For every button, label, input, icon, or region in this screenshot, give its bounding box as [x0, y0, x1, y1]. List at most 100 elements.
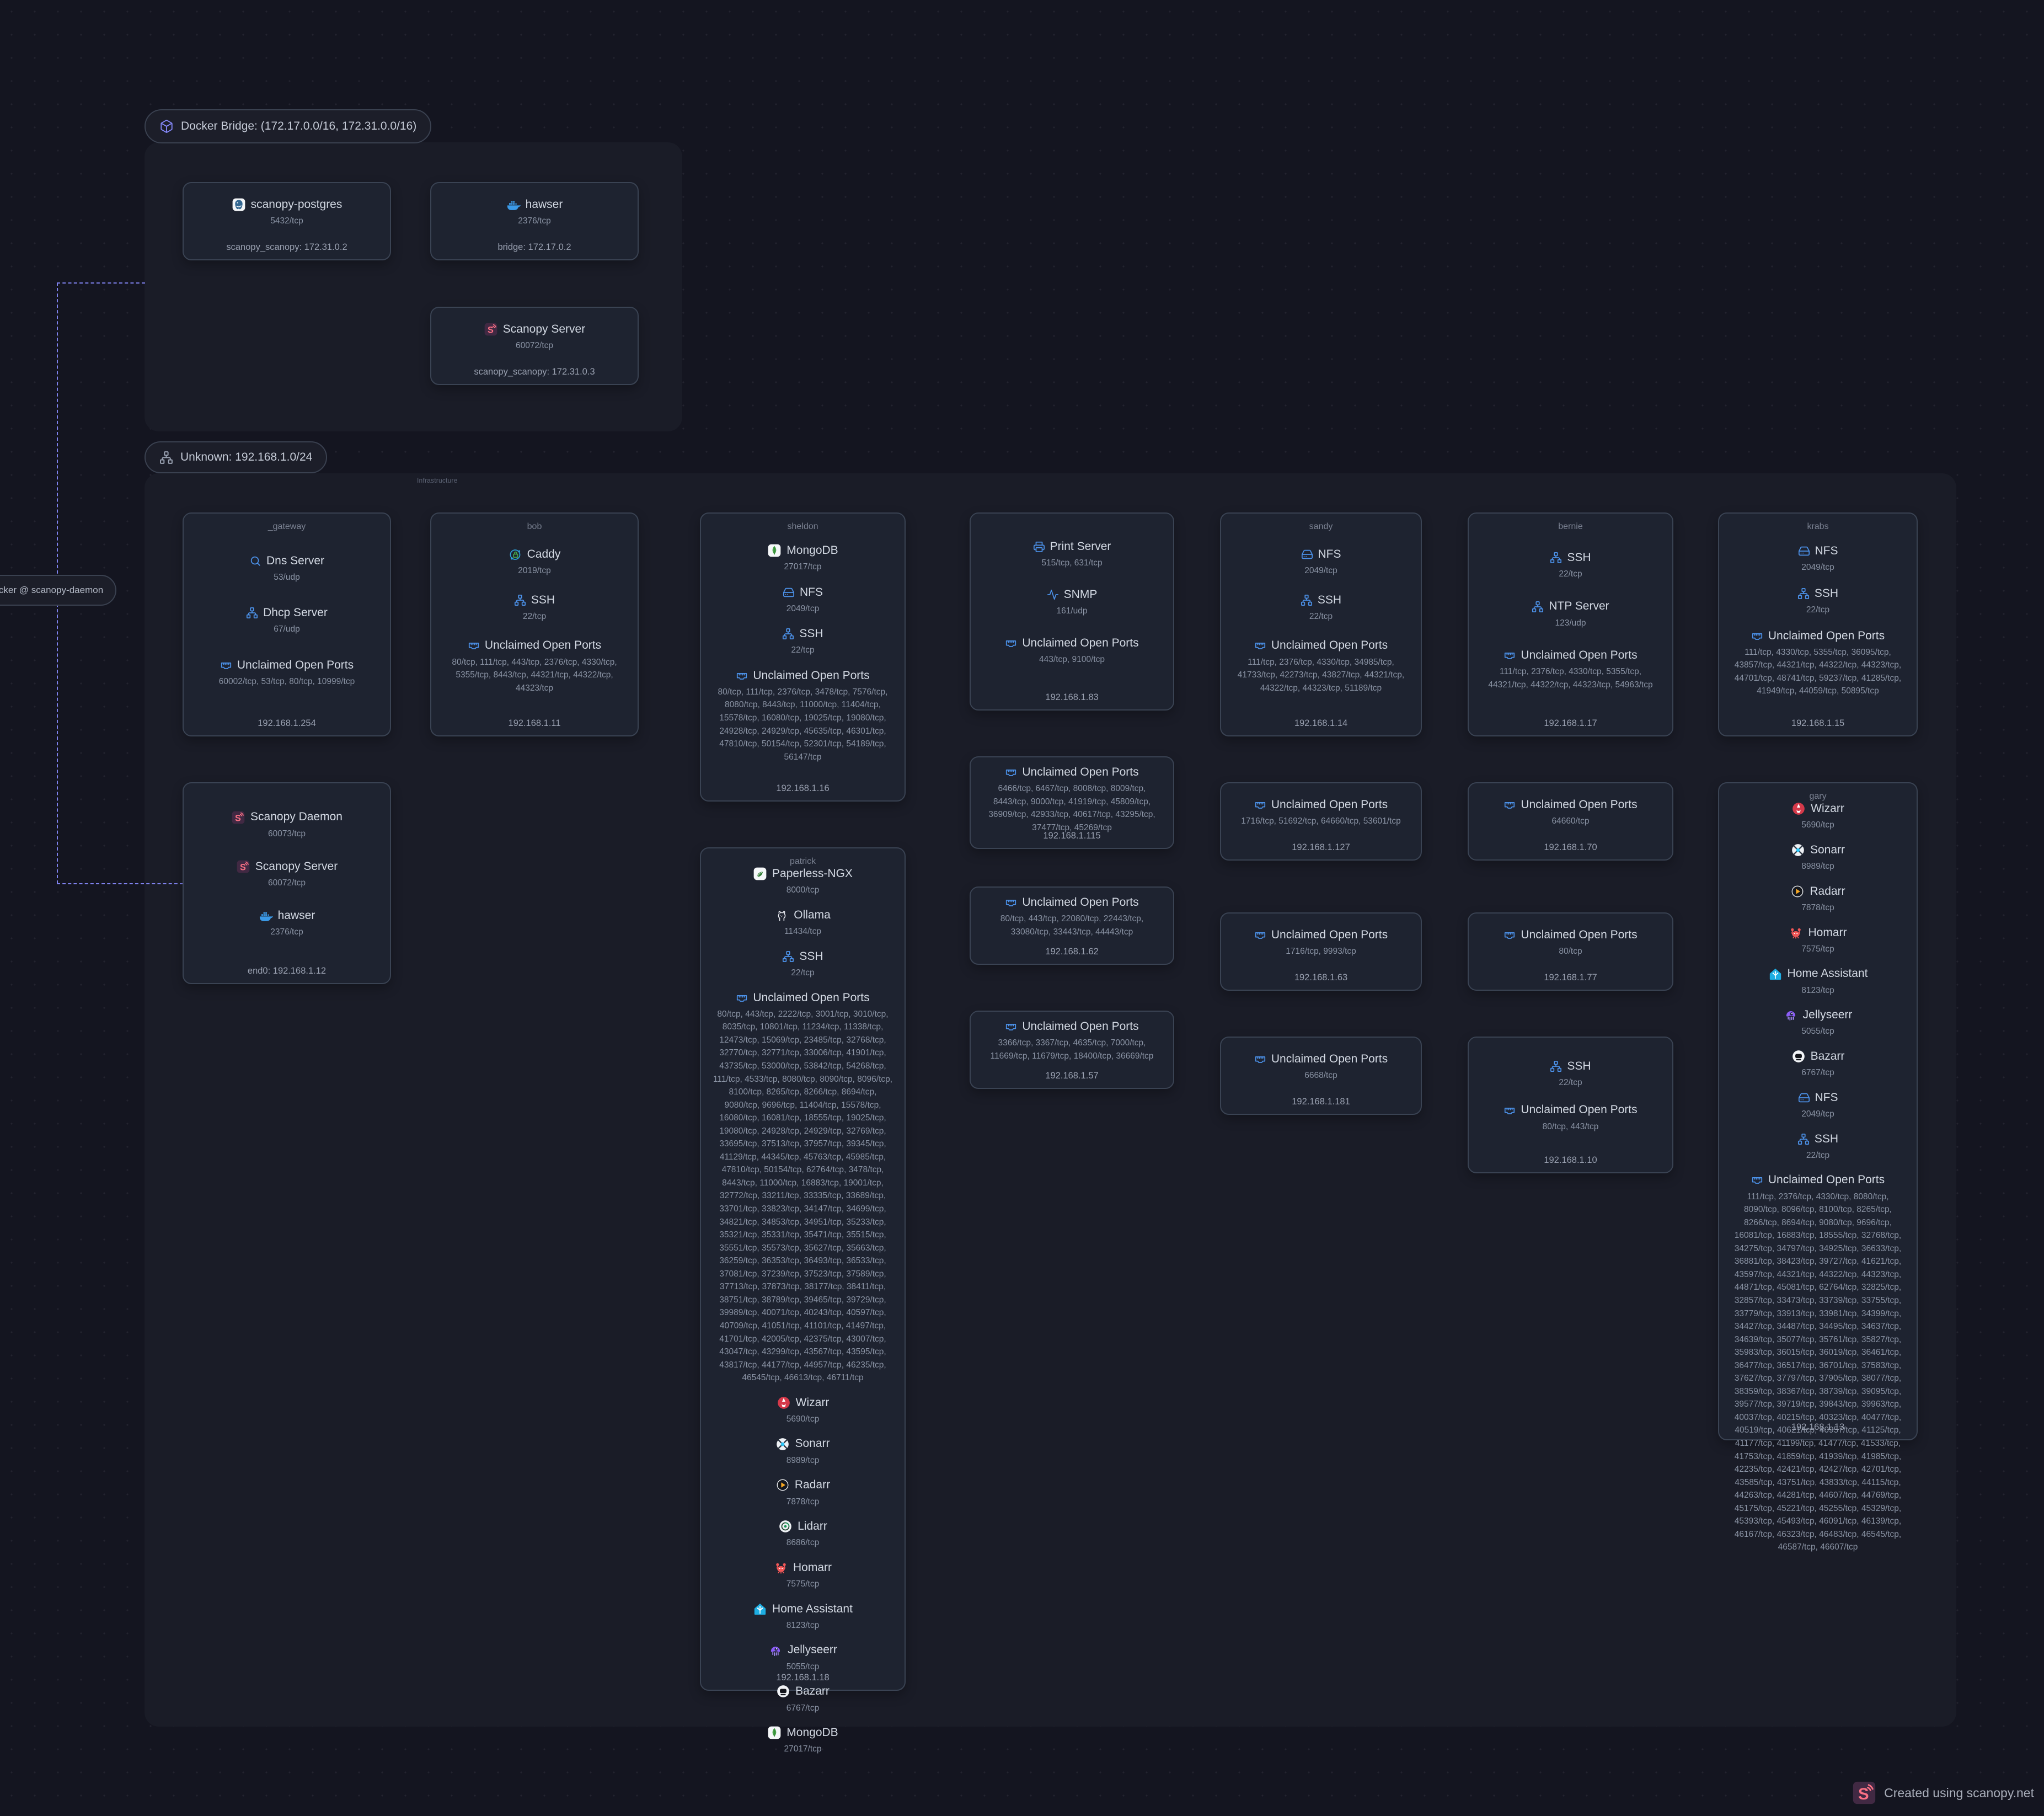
drive-icon [1301, 548, 1313, 560]
host-card-uop-127[interactable]: Unclaimed Open Ports1716/tcp, 51692/tcp,… [1220, 782, 1422, 861]
host-card-patrick[interactable]: patrickPaperless-NGX8000/tcp Ollama11434/… [700, 847, 906, 1691]
service-hawser: hawser 2376/tcp [195, 909, 379, 939]
service-hawser: hawser2376/tcp [442, 197, 627, 228]
service-list: Unclaimed Open Ports64660/tcp [1480, 791, 1661, 834]
docker-daemon-edge-pill[interactable]: docker @ scanopy-daemon [0, 575, 116, 606]
host-title: gary [1730, 791, 1906, 802]
host-card-uop-77[interactable]: Unclaimed Open Ports80/tcp192.168.1.77 [1468, 912, 1673, 991]
host-card-scanopy-server-bridge[interactable]: SScanopy Server60072/tcpscanopy_scanopy:… [430, 307, 639, 385]
service-list: Caddy2019/tcpSSH22/tcpUnclaimed Open Por… [442, 532, 627, 710]
service-label: hawser [526, 197, 563, 212]
host-card-uop-181[interactable]: Unclaimed Open Ports6668/tcp192.168.1.18… [1220, 1037, 1422, 1115]
service-home-assistant: Home Assistant8123/tcp [1730, 966, 1906, 997]
service-unclaimed-open-ports: Unclaimed Open Ports 443/tcp, 9100/tcp [982, 636, 1162, 666]
service-ports: 22/tcp [1730, 603, 1906, 617]
host-ip: 192.168.1.77 [1469, 973, 1672, 983]
service-paperless-ngx: Paperless-NGX8000/tcp [712, 867, 893, 897]
host-card-uop-70[interactable]: Unclaimed Open Ports64660/tcp192.168.1.7… [1468, 782, 1673, 861]
host-card-sheldon[interactable]: sheldonMongoDB27017/tcpNFS2049/tcpSSH22/… [700, 512, 906, 802]
ethernet-icon [468, 639, 480, 651]
service-caddy: Caddy2019/tcp [442, 547, 627, 578]
service-label: Sonarr [795, 1436, 830, 1451]
host-card-scanopy-daemon[interactable]: SScanopy Daemon60073/tcpSScanopy Server6… [183, 782, 391, 984]
svg-text:S: S [240, 862, 246, 872]
service-ports: 22/tcp [1480, 568, 1661, 581]
service-scanopy-postgres: scanopy-postgres5432/tcp [195, 197, 379, 228]
service-ports: 2376/tcp [195, 926, 379, 939]
host-card-sandy[interactable]: sandyNFS2049/tcpSSH22/tcpUnclaimed Open … [1220, 512, 1422, 736]
host-title: patrick [712, 856, 893, 867]
service-ports: 1716/tcp, 9993/tcp [1232, 945, 1410, 958]
host-card-gary[interactable]: garyWizarr5690/tcpSonarr8989/tcpRadarr78… [1718, 782, 1918, 1440]
service-ports: 8686/tcp [712, 1536, 893, 1550]
svg-text:S: S [488, 325, 494, 335]
service-ports: 8123/tcp [1730, 984, 1906, 997]
host-card-bernie[interactable]: bernieSSH22/tcpNTP Server123/udpUnclaime… [1468, 512, 1673, 736]
host-ip: 192.168.1.13 [1719, 1422, 1917, 1433]
host-title: sheldon [712, 521, 893, 532]
service-ports: 60072/tcp [442, 339, 627, 352]
service-unclaimed-open-ports: Unclaimed Open Ports64660/tcp [1480, 798, 1661, 828]
host-card-krabs[interactable]: krabsNFS2049/tcpSSH22/tcpUnclaimed Open … [1718, 512, 1918, 736]
docker-bridge-group-pill[interactable]: Docker Bridge: (172.17.0.0/16, 172.31.0.… [145, 109, 431, 143]
hub-icon [514, 594, 526, 606]
service-label: Unclaimed Open Ports [753, 669, 869, 683]
radarr-icon [775, 1478, 790, 1492]
service-label: Homarr [1808, 926, 1847, 940]
service-list: MongoDB27017/tcpNFS2049/tcpSSH22/tcpUncl… [712, 532, 893, 775]
service-label: Print Server [1050, 540, 1111, 554]
host-card-scanopy-postgres[interactable]: scanopy-postgres5432/tcpscanopy_scanopy:… [183, 182, 391, 260]
service-ollama: Ollama11434/tcp [712, 908, 893, 938]
ethernet-icon [736, 670, 748, 682]
service-ports: 3366/tcp, 3367/tcp, 4635/tcp, 7000/tcp, … [982, 1037, 1162, 1062]
host-card-uop-115[interactable]: Unclaimed Open Ports6466/tcp, 6467/tcp, … [970, 756, 1174, 849]
lidarr-icon [778, 1519, 793, 1534]
bazarr-icon [1791, 1049, 1806, 1064]
host-card-hawser-bridge[interactable]: hawser2376/tcpbridge: 172.17.0.2 [430, 182, 639, 260]
service-ports: 5055/tcp [712, 1660, 893, 1674]
service-list: hawser2376/tcp [442, 191, 627, 234]
ethernet-icon [1254, 799, 1266, 811]
host-ip: 192.168.1.127 [1221, 842, 1421, 853]
network-icon [159, 451, 173, 464]
host-card-uop-63[interactable]: Unclaimed Open Ports1716/tcp, 9993/tcp19… [1220, 912, 1422, 991]
unknown-subnet-group-pill[interactable]: Unknown: 192.168.1.0/24 [145, 441, 327, 473]
host-card-printserver[interactable]: Print Server515/tcp, 631/tcpSNMP161/udpU… [970, 512, 1174, 711]
scanopy-icon: S [236, 859, 250, 874]
jellyseerr-icon [1784, 1008, 1798, 1022]
service-label: Unclaimed Open Ports [1768, 629, 1885, 643]
host-card-uop-57[interactable]: Unclaimed Open Ports3366/tcp, 3367/tcp, … [970, 1011, 1174, 1089]
host-card-bob[interactable]: bobCaddy2019/tcpSSH22/tcpUnclaimed Open … [430, 512, 639, 736]
service-label: Unclaimed Open Ports [1022, 636, 1138, 650]
service-label: Unclaimed Open Ports [237, 658, 354, 672]
host-card-gateway[interactable]: _gatewayDns Server53/udpDhcp Server67/ud… [183, 512, 391, 736]
sonarr-icon [775, 1437, 790, 1451]
service-label: Home Assistant [772, 1602, 853, 1616]
printer-icon [1033, 541, 1045, 553]
service-ssh: SSH22/tcp [442, 593, 627, 623]
unknown-subnet-group-label: Unknown: 192.168.1.0/24 [180, 451, 312, 464]
service-wizarr: Wizarr5690/tcp [1730, 802, 1906, 832]
service-ports: 443/tcp, 9100/tcp [982, 653, 1162, 666]
scanopy-icon: S [484, 322, 498, 337]
service-label: Unclaimed Open Ports [1022, 765, 1138, 779]
host-title: bernie [1480, 521, 1661, 532]
service-ports: 2049/tcp [1730, 1108, 1906, 1121]
service-label: Wizarr [796, 1396, 830, 1410]
host-ip: 192.168.1.10 [1469, 1155, 1672, 1166]
watermark-footer[interactable]: S Created using scanopy.net [1852, 1781, 2034, 1805]
service-label: Radarr [1810, 884, 1845, 899]
service-nfs: NFS2049/tcp [1730, 544, 1906, 574]
service-label: Unclaimed Open Ports [1022, 895, 1138, 910]
service-label: Bazarr [795, 1684, 830, 1699]
service-snmp: SNMP161/udp [982, 587, 1162, 618]
host-card-uop-62[interactable]: Unclaimed Open Ports80/tcp, 443/tcp, 220… [970, 886, 1174, 965]
service-label: hawser [278, 909, 315, 923]
host-card-host-10[interactable]: SSH22/tcpUnclaimed Open Ports80/tcp, 443… [1468, 1037, 1673, 1173]
service-mongodb: MongoDB27017/tcp [712, 543, 893, 574]
service-scanopy-server: SScanopy Server60072/tcp [442, 322, 627, 352]
service-label: Unclaimed Open Ports [1521, 1103, 1637, 1117]
service-ports: 8989/tcp [712, 1454, 893, 1467]
ethernet-icon [1751, 630, 1763, 642]
service-unclaimed-open-ports: Unclaimed Open Ports1716/tcp, 9993/tcp [1232, 928, 1410, 958]
